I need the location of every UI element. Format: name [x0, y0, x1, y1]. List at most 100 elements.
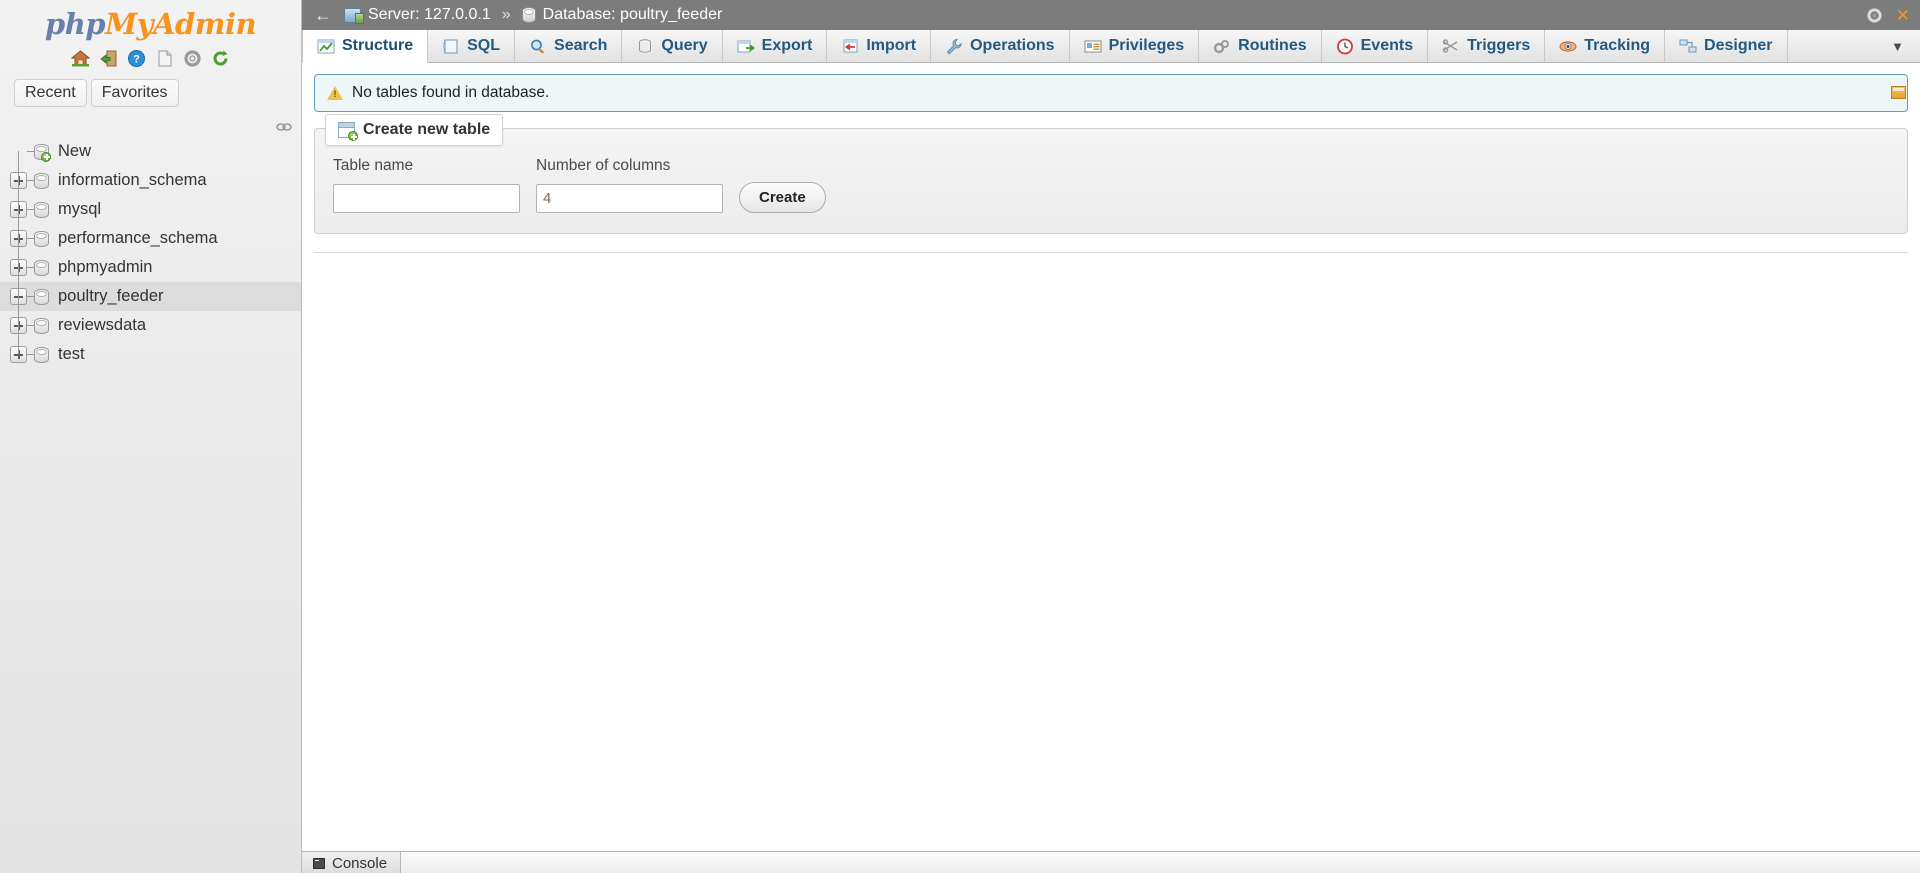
phpmyadmin-app: phpMyAdmin ? Recent Favorites New inform…: [0, 0, 1920, 873]
tab-label: Privileges: [1108, 37, 1185, 54]
tab-label: Export: [761, 37, 813, 54]
home-icon[interactable]: [70, 49, 91, 68]
tab-export[interactable]: Export: [722, 30, 828, 62]
svg-text:?: ?: [133, 53, 140, 65]
tab-query[interactable]: Query: [622, 30, 723, 62]
tab-label: Query: [661, 37, 708, 54]
phpmyadmin-logo[interactable]: phpMyAdmin: [0, 0, 301, 41]
database-tab-bar: Structure SQL Search Query Export Import Opera…: [302, 30, 1920, 63]
db-icon: [34, 288, 49, 305]
back-arrow-icon[interactable]: ←: [308, 6, 344, 24]
db-tree-item-information-schema[interactable]: information_schema: [0, 166, 301, 195]
designer-icon: [1679, 38, 1697, 55]
clock-icon: [1336, 38, 1354, 55]
console-toggle-button[interactable]: Console: [302, 852, 402, 873]
tab-label: Designer: [1704, 37, 1773, 54]
triggers-icon: [1442, 38, 1460, 55]
import-icon: [841, 38, 859, 55]
tab-label: Import: [866, 37, 917, 54]
console-bar: Console: [302, 851, 1920, 873]
db-tree-item-test[interactable]: test: [0, 340, 301, 369]
db-icon: [34, 230, 49, 247]
main-panel: ← Server: 127.0.0.1 » Database: poultry_…: [302, 0, 1920, 873]
reload-icon[interactable]: [211, 49, 230, 68]
query-icon: [636, 38, 654, 55]
tab-label: Search: [554, 37, 608, 54]
db-tree-item-reviewsdata[interactable]: reviewsdata: [0, 311, 301, 340]
db-icon: [34, 346, 49, 363]
export-icon: [737, 38, 755, 55]
num-columns-group: Number of columns: [536, 157, 723, 213]
print-view-icon[interactable]: [1891, 86, 1906, 99]
tab-search[interactable]: Search: [515, 30, 623, 62]
eye-icon: [1559, 38, 1577, 55]
sidebar-tabs: Recent Favorites: [14, 79, 301, 107]
create-table-legend: Create new table: [325, 114, 504, 146]
tab-label: Operations: [970, 37, 1055, 54]
db-icon: [34, 201, 49, 218]
num-columns-input[interactable]: [536, 184, 723, 213]
db-tree-item-label: phpmyadmin: [58, 258, 153, 276]
tree-connector: [27, 180, 34, 181]
create-table-form: Table name Number of columns Create: [333, 157, 1889, 213]
tab-designer[interactable]: Designer: [1665, 30, 1788, 62]
tab-sql[interactable]: SQL: [428, 30, 516, 62]
create-table-section: Create new table Table name Number of co…: [314, 114, 1908, 234]
db-tree-item-label: performance_schema: [58, 229, 218, 247]
tab-events[interactable]: Events: [1321, 30, 1429, 62]
tree-connector: [27, 325, 34, 326]
sidebar-tab-recent[interactable]: Recent: [14, 79, 87, 107]
close-icon[interactable]: ✕: [1896, 7, 1910, 24]
sidebar-tab-favorites[interactable]: Favorites: [90, 79, 179, 107]
breadcrumb-server[interactable]: Server: 127.0.0.1: [368, 6, 491, 24]
tree-connector: [27, 209, 34, 210]
logout-icon[interactable]: [99, 49, 118, 68]
tab-label: Structure: [342, 37, 414, 54]
breadcrumb-separator: »: [501, 6, 511, 23]
content-divider: [314, 252, 1908, 253]
create-button[interactable]: Create: [739, 182, 826, 213]
help-icon[interactable]: ?: [127, 49, 146, 68]
db-tree-item-performance-schema[interactable]: performance_schema: [0, 224, 301, 253]
tab-label: Triggers: [1467, 37, 1531, 54]
db-tree-item-label: test: [58, 345, 85, 363]
tab-triggers[interactable]: Triggers: [1428, 30, 1546, 62]
logo-myadmin-part: MyAdmin: [105, 7, 257, 41]
sidebar-collapse-handle[interactable]: [276, 120, 292, 132]
tab-tracking[interactable]: Tracking: [1545, 30, 1666, 62]
breadcrumb-database[interactable]: Database: poultry_feeder: [543, 6, 723, 24]
docs-icon[interactable]: [155, 49, 174, 68]
db-tree-item-new[interactable]: New: [0, 137, 301, 166]
db-tree-item-label: New: [58, 142, 92, 160]
new-db-icon: [34, 143, 51, 162]
privileges-icon: [1084, 38, 1102, 55]
tab-structure[interactable]: Structure: [302, 30, 429, 63]
db-tree-item-phpmyadmin[interactable]: phpmyadmin: [0, 253, 301, 282]
tree-vertical-line: [18, 151, 19, 354]
tab-label: Events: [1360, 37, 1414, 54]
db-tree-item-poultry-feeder[interactable]: poultry_feeder: [0, 282, 301, 311]
db-tree-item-mysql[interactable]: mysql: [0, 195, 301, 224]
tab-privileges[interactable]: Privileges: [1069, 30, 1200, 62]
database-icon: [521, 7, 536, 23]
db-icon: [34, 259, 49, 276]
tab-label: Routines: [1238, 37, 1307, 54]
console-label: Console: [332, 854, 388, 872]
tab-label: Tracking: [1584, 37, 1651, 54]
chevron-down-icon[interactable]: ▼: [1875, 30, 1920, 62]
tab-routines[interactable]: Routines: [1199, 30, 1322, 62]
logo-php-part: php: [44, 7, 106, 41]
create-table-legend-text: Create new table: [363, 121, 491, 138]
tree-connector: [27, 354, 34, 355]
tab-operations[interactable]: Operations: [931, 30, 1070, 62]
settings-icon[interactable]: [183, 49, 202, 68]
new-table-icon: [338, 122, 358, 141]
table-name-input[interactable]: [333, 184, 520, 213]
tab-import[interactable]: Import: [827, 30, 932, 62]
db-tree-item-label: reviewsdata: [58, 316, 147, 334]
tree-connector: [27, 151, 34, 152]
sql-icon: [442, 38, 460, 55]
db-tree-item-label: information_schema: [58, 171, 207, 189]
database-tree: New information_schemamysql performance_sc…: [0, 137, 301, 369]
gear-icon[interactable]: [1866, 7, 1883, 24]
